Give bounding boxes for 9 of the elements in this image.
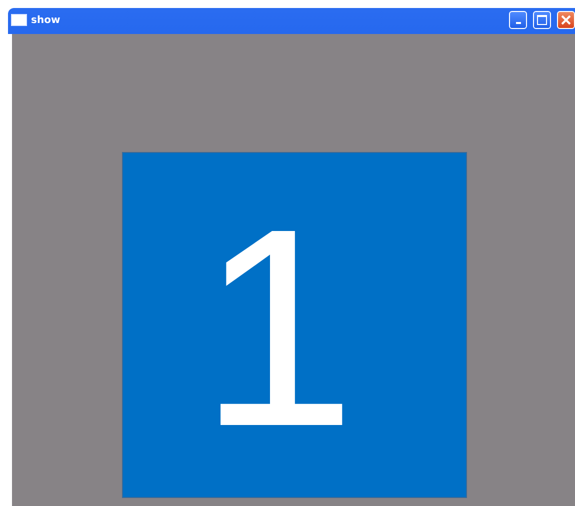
close-icon xyxy=(560,14,572,26)
tile-number: 1 xyxy=(199,187,356,469)
minimize-icon xyxy=(516,22,520,24)
window-icon xyxy=(11,14,27,26)
window-title: show xyxy=(31,14,62,26)
close-button[interactable] xyxy=(557,11,575,29)
minimize-button[interactable] xyxy=(509,11,527,29)
maximize-icon xyxy=(536,14,548,26)
maximize-button[interactable] xyxy=(533,11,551,29)
